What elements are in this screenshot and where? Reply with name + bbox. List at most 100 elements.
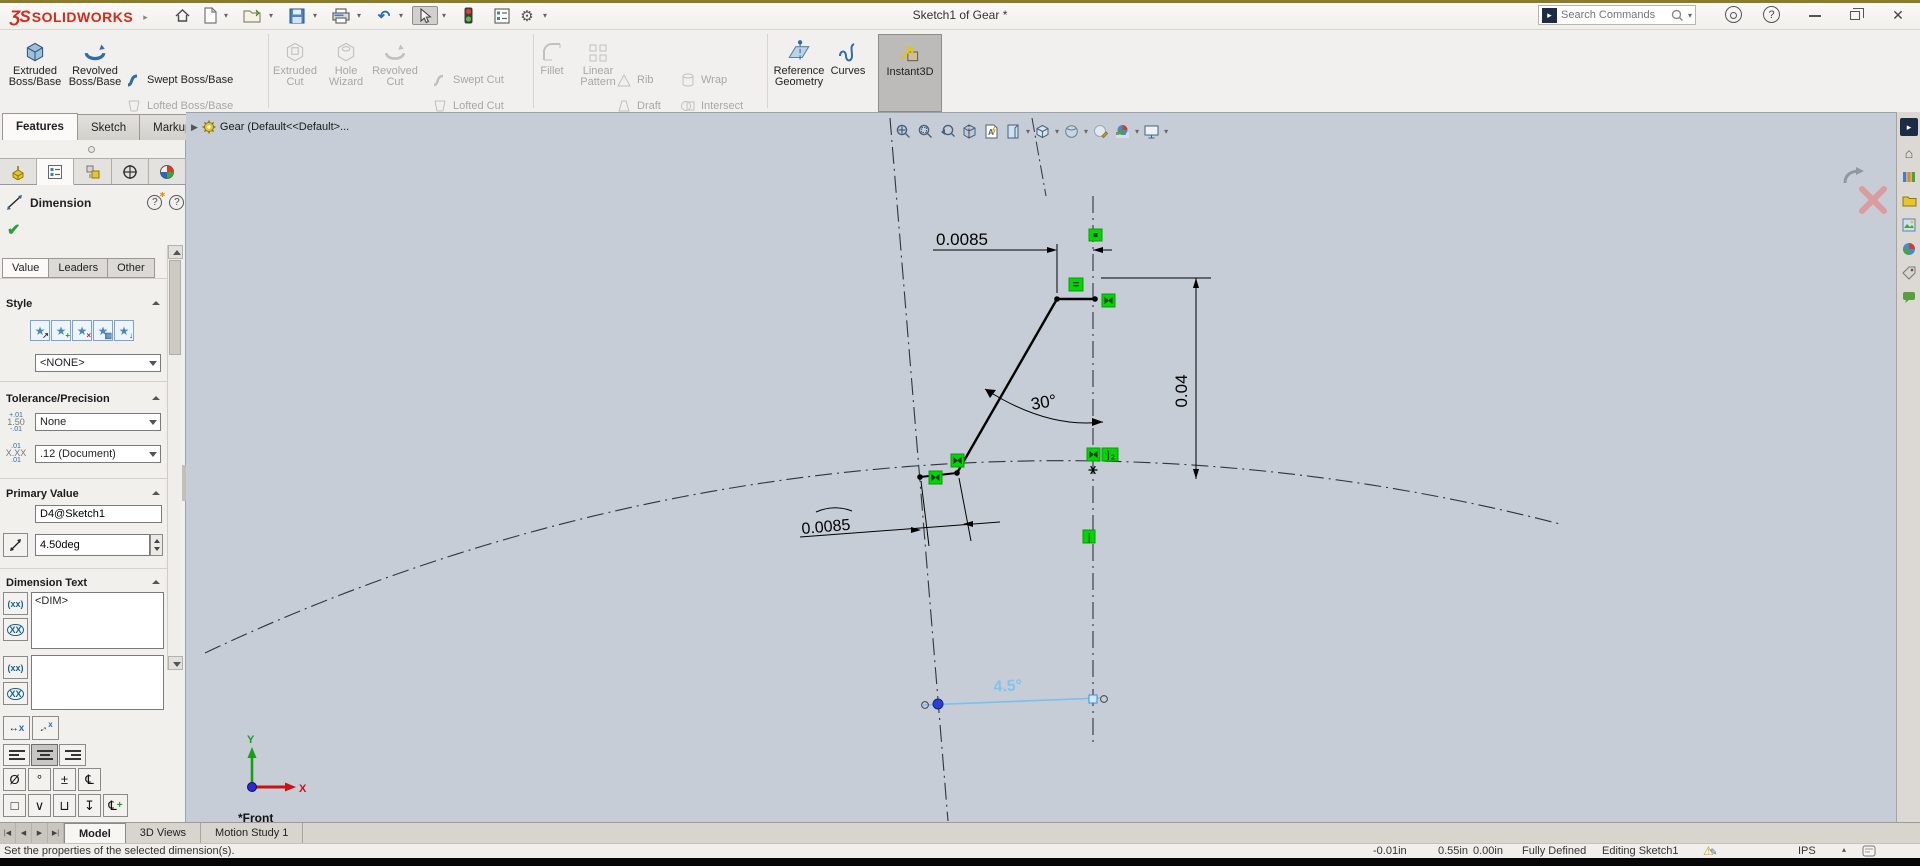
diameter-symbol-button[interactable]: Ø (3, 768, 26, 791)
sketch-canvas[interactable]: 0.0085 0.04 30° 0.0085 4.5° (186, 113, 1896, 822)
display-style-icon[interactable] (1062, 122, 1081, 141)
breadcrumb-text[interactable]: Gear (Default<<Default>... (220, 121, 349, 133)
display-style-dropdown[interactable]: ▾ (1084, 127, 1088, 136)
intersect-button[interactable]: Intersect (680, 98, 743, 113)
restore-button[interactable] (1845, 6, 1865, 25)
view-orientation-dropdown[interactable]: ▾ (1055, 127, 1059, 136)
print-icon[interactable] (331, 6, 351, 25)
file-properties-icon[interactable] (492, 6, 512, 25)
dim-text2-xx-button[interactable]: (xx) (3, 656, 28, 679)
rib-button[interactable]: Rib (616, 72, 654, 87)
design-library-icon[interactable] (1900, 168, 1918, 186)
lofted-cut-button[interactable]: Lofted Cut (432, 98, 504, 113)
extruded-boss-base-button[interactable]: Extruded Boss/Base (6, 34, 64, 110)
dimension-arc-0085[interactable]: 0.0085 (800, 478, 1000, 546)
help-icon-panel[interactable]: ? (169, 195, 184, 210)
relation-vertical2-badge[interactable]: | 2 (1102, 448, 1118, 462)
dim-text-xx-oval-button[interactable]: XX (3, 618, 28, 641)
search-commands-box[interactable]: ▸ ▾ (1538, 5, 1696, 25)
dimension-text-section-header[interactable]: Dimension Text (6, 577, 87, 589)
undo-dropdown[interactable]: ▾ (399, 11, 403, 20)
undo-icon[interactable]: ↶ (374, 6, 394, 25)
revolved-cut-button[interactable]: Revolved Cut (366, 34, 424, 110)
tab-3d-views[interactable]: 3D Views (126, 823, 201, 843)
next-tab-icon[interactable]: ▶ (32, 823, 48, 843)
search-dropdown[interactable]: ▾ (1688, 11, 1692, 20)
relation-symmetric-badge[interactable] (1087, 448, 1100, 461)
align-left-button[interactable] (3, 744, 30, 766)
tolerance-type-dropdown[interactable]: None (35, 413, 161, 431)
close-button[interactable]: ✕ (1888, 6, 1908, 25)
reference-geometry-button[interactable]: Reference Geometry (770, 34, 828, 110)
tab-other[interactable]: Other (107, 258, 155, 278)
sketch-relations[interactable]: = | 2 | (929, 229, 1118, 544)
style-section-header[interactable]: Style (6, 298, 32, 310)
style-collapse-icon[interactable] (152, 298, 160, 306)
zoom-area-icon[interactable] (916, 122, 935, 141)
dimension-value-field[interactable] (35, 534, 150, 556)
wrap-button[interactable]: Wrap (680, 72, 727, 87)
hide-annotations-icon[interactable]: A (982, 122, 1001, 141)
ok-checkmark-icon[interactable]: ✔ (7, 220, 20, 240)
style-dropdown[interactable]: <NONE> (35, 354, 161, 372)
style-delete-button[interactable]: ★× (72, 320, 92, 341)
revolved-boss-base-button[interactable]: Revolved Boss/Base (66, 34, 124, 110)
rebuild-icon[interactable] (458, 6, 478, 25)
dim-handle-square[interactable] (1089, 695, 1097, 703)
select-tool-icon[interactable] (412, 6, 438, 25)
sheet-icon[interactable] (1004, 122, 1023, 141)
apply-scene-dropdown[interactable]: ▾ (1164, 127, 1168, 136)
align-right-button[interactable] (59, 744, 86, 766)
counterbore-symbol-button[interactable]: ⊔ (53, 794, 76, 817)
save-dropdown[interactable]: ▾ (313, 11, 317, 20)
angular-justify-button[interactable]: ↔x (32, 716, 59, 740)
tooth-flank-line[interactable] (957, 299, 1057, 473)
dimension-selected-45[interactable]: 4.5° (922, 677, 1108, 709)
tab-model[interactable]: Model (64, 823, 126, 843)
open-icon[interactable] (242, 6, 262, 25)
value-spinner[interactable] (150, 534, 163, 556)
scrollbar-thumb[interactable] (169, 260, 181, 355)
tab-sketch[interactable]: Sketch (77, 114, 140, 140)
logo-expand-icon[interactable]: ▸ (143, 12, 148, 23)
view-palette-icon[interactable] (1900, 216, 1918, 234)
more-symbols-button[interactable]: ℄+ (103, 794, 128, 817)
scroll-up-icon[interactable] (168, 245, 183, 259)
panel-splitter-handle[interactable] (88, 146, 95, 153)
dimension-text-area-2[interactable] (31, 655, 164, 710)
dim-text-height[interactable]: 0.04 (1172, 374, 1191, 407)
prev-tab-icon[interactable]: ◀ (16, 823, 32, 843)
first-tab-icon[interactable]: |◀ (0, 823, 16, 843)
display-manager-tab[interactable] (112, 158, 149, 184)
configuration-manager-tab[interactable] (74, 158, 111, 184)
dimension-top-0085[interactable]: 0.0085 (933, 230, 1112, 293)
select-dropdown[interactable]: ▾ (442, 11, 446, 20)
scroll-down-icon[interactable] (168, 656, 183, 670)
apply-scene-icon[interactable] (1142, 122, 1161, 141)
save-icon[interactable] (287, 6, 307, 25)
cancel-sketch-icon[interactable] (1856, 183, 1890, 217)
dim-text2-xx-oval-button[interactable]: XX (3, 682, 28, 705)
relation-coincident-badge[interactable] (1089, 229, 1102, 241)
account-icon[interactable] (1725, 6, 1742, 23)
sketch-points[interactable] (917, 296, 1098, 480)
tab-features[interactable]: Features (2, 113, 78, 140)
swept-cut-button[interactable]: Swept Cut (432, 72, 504, 87)
style-save-button[interactable]: ★▥ (93, 320, 113, 341)
style-load-button[interactable]: ★↓ (114, 320, 134, 341)
fillet-button[interactable]: Fillet (527, 34, 577, 110)
align-center-button[interactable] (31, 744, 58, 766)
property-manager-tab[interactable] (37, 158, 74, 185)
dim-text-selected[interactable]: 4.5° (993, 677, 1022, 695)
degree-symbol-button[interactable]: ° (28, 768, 51, 791)
horizontal-justify-button[interactable]: ↔x (3, 716, 30, 740)
square-symbol-button[interactable]: □ (3, 794, 26, 817)
view-orientation-cube-icon[interactable] (1033, 122, 1052, 141)
rebuild-warning-icon[interactable]: ⚠✎ (1703, 844, 1717, 858)
edit-appearance-icon[interactable] (1113, 122, 1132, 141)
primary-value-section-header[interactable]: Primary Value (6, 488, 79, 500)
relation-equal-badge[interactable]: = (1069, 278, 1083, 291)
search-input[interactable] (1561, 9, 1667, 21)
tolerance-collapse-icon[interactable] (152, 393, 160, 401)
help-icon[interactable]: ? (1763, 6, 1780, 23)
